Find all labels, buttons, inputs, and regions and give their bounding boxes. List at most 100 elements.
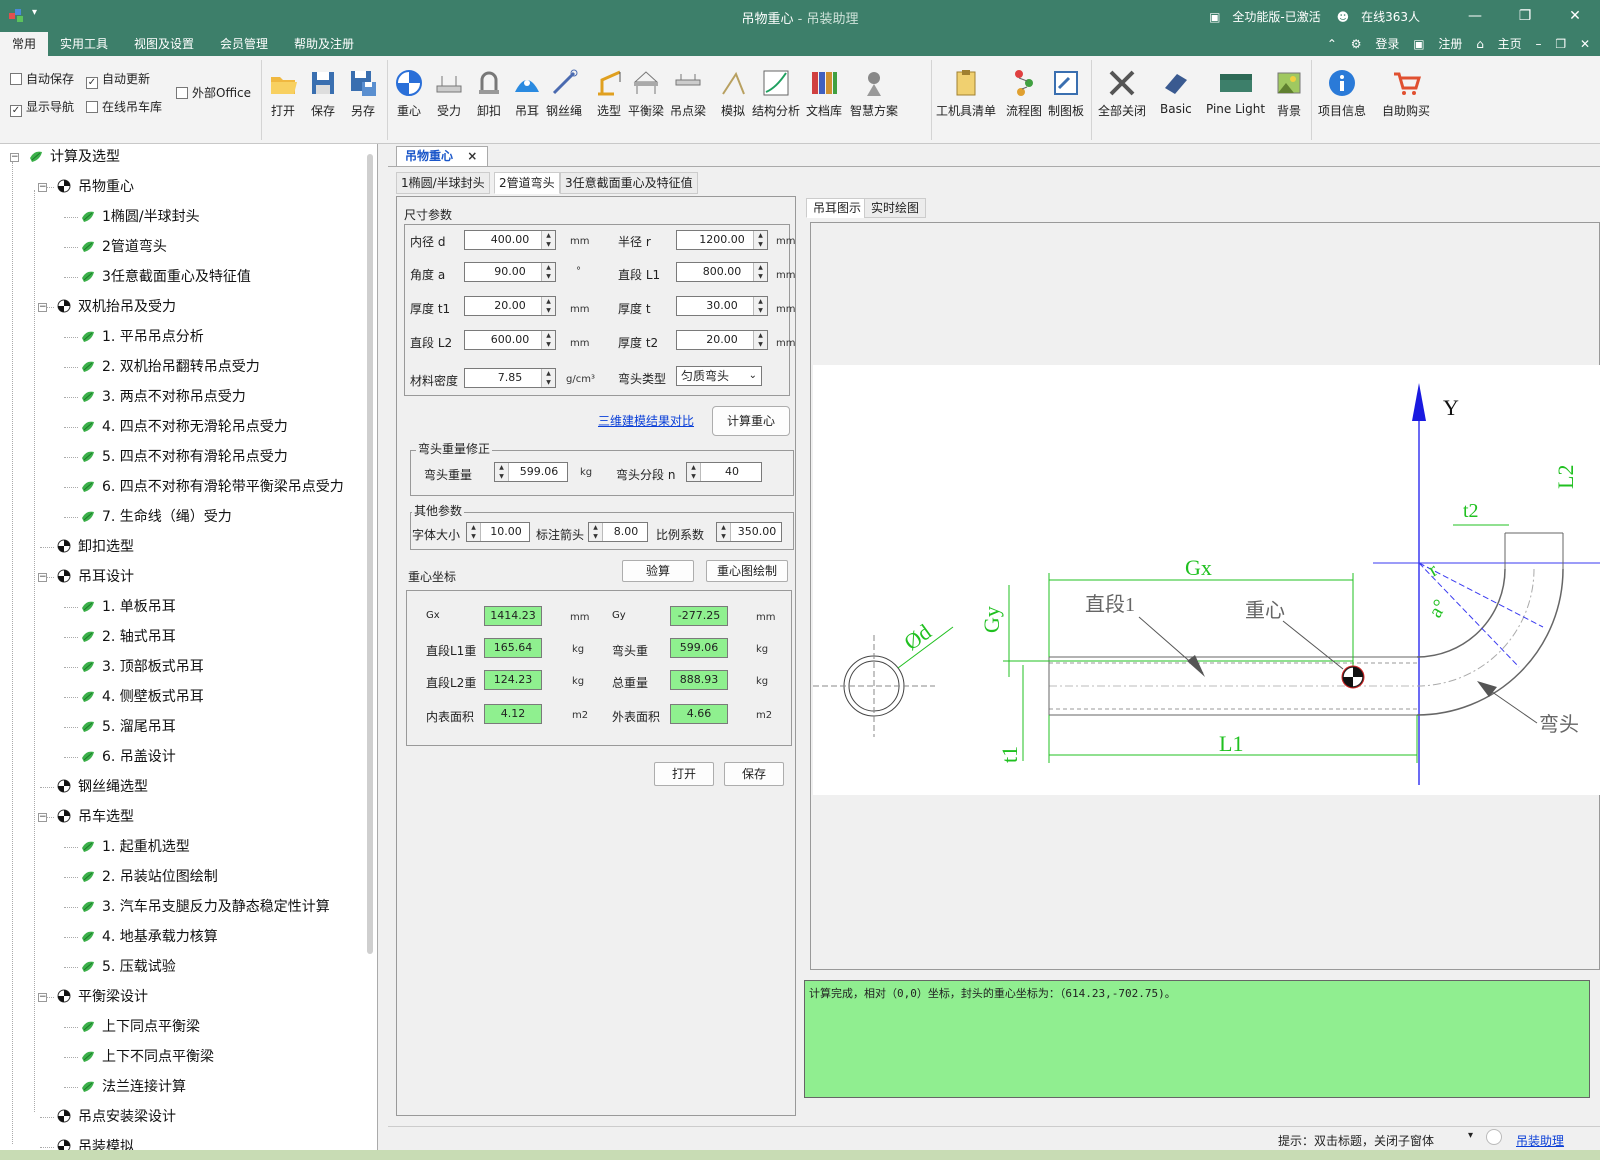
tree-item[interactable]: 6. 四点不对称有滑轮带平衡梁吊点受力	[80, 476, 344, 498]
spreader-beam-tool-button[interactable]: 平衡梁	[628, 68, 664, 119]
tree-expander-icon[interactable]: −	[10, 153, 19, 162]
tree-item[interactable]: 5. 四点不对称有滑轮吊点受力	[80, 446, 288, 468]
font-size-input[interactable]: 10.00 ▲ ▼	[466, 522, 530, 542]
tree-item[interactable]: 4. 四点不对称无滑轮吊点受力	[80, 416, 288, 438]
online-crane-checkbox[interactable]: 在线吊车库	[86, 98, 162, 115]
tree-item[interactable]: 2. 吊装站位图绘制	[80, 866, 218, 888]
register-link[interactable]: 注册	[1438, 37, 1462, 51]
tree-item[interactable]: 1. 单板吊耳	[80, 596, 176, 618]
settings-icon[interactable]: ⚙	[1351, 37, 1362, 51]
subtab-head[interactable]: 1椭圆/半球封头	[396, 172, 490, 194]
nav-scrollbar[interactable]	[367, 154, 373, 954]
tree-item[interactable]: 4. 地基承载力核算	[80, 926, 218, 948]
tree-expander-icon[interactable]: −	[38, 303, 47, 312]
menu-tab-common[interactable]: 常用	[0, 32, 49, 56]
tree-item[interactable]: 钢丝绳选型	[56, 776, 148, 798]
tree-expander-icon[interactable]: −	[38, 813, 47, 822]
tree-item[interactable]: 法兰连接计算	[80, 1076, 186, 1098]
verify-button[interactable]: 验算	[622, 560, 694, 582]
tree-item[interactable]: 吊装模拟	[56, 1136, 134, 1150]
save-button[interactable]: 保存	[308, 68, 338, 119]
tree-item[interactable]: 平衡梁设计	[56, 986, 148, 1008]
force-tool-button[interactable]: 受力	[434, 68, 464, 119]
tree-expander-icon[interactable]: −	[38, 183, 47, 192]
doc-tab-cog[interactable]: 吊物重心 ×	[396, 146, 488, 166]
draw-cog-button[interactable]: 重心图绘制	[706, 560, 788, 582]
menu-tab-member[interactable]: 会员管理	[208, 32, 280, 56]
tree-item[interactable]: 3. 汽车吊支腿反力及静态稳定性计算	[80, 896, 330, 918]
tree-item[interactable]: 7. 生命线（绳）受力	[80, 506, 232, 528]
tree-item[interactable]: 吊点安装梁设计	[56, 1106, 176, 1128]
tree-item[interactable]: 3. 两点不对称吊点受力	[80, 386, 246, 408]
spinner-arrows-icon[interactable]: ▲ ▼	[467, 523, 481, 541]
restore-button[interactable]: ❐	[1500, 0, 1550, 32]
close-tab-icon[interactable]: ×	[467, 149, 477, 163]
spinner-arrows-icon[interactable]: ▲ ▼	[589, 523, 603, 541]
shackle-tool-button[interactable]: 卸扣	[474, 68, 504, 119]
thick-t1-input[interactable]: 20.00 ▲ ▼	[464, 296, 556, 316]
tree-item[interactable]: 5. 溜尾吊耳	[80, 716, 176, 738]
tree-item[interactable]: 1椭圆/半球封头	[80, 206, 200, 228]
tree-item[interactable]: 2管道弯头	[80, 236, 167, 258]
form-open-button[interactable]: 打开	[654, 762, 714, 786]
tree-item[interactable]: 计算及选型	[28, 146, 120, 168]
menu-tab-help[interactable]: 帮助及注册	[282, 32, 366, 56]
tool-list-button[interactable]: 工机具清单	[936, 68, 996, 119]
tree-expander-icon[interactable]: −	[38, 573, 47, 582]
theme-basic-button[interactable]: Basic	[1160, 68, 1192, 116]
close-window-button[interactable]: ✕	[1550, 0, 1600, 32]
minimize-button[interactable]: —	[1450, 0, 1500, 32]
menu-tab-tools[interactable]: 实用工具	[48, 32, 120, 56]
tree-expander-icon[interactable]: −	[38, 993, 47, 1002]
spinner-arrows-icon[interactable]: ▲ ▼	[753, 297, 767, 315]
straight-l1-input[interactable]: 800.00 ▲ ▼	[676, 262, 768, 282]
spinner-arrows-icon[interactable]: ▲ ▼	[753, 263, 767, 281]
form-save-button[interactable]: 保存	[724, 762, 784, 786]
tree-item[interactable]: 1. 平吊吊点分析	[80, 326, 204, 348]
close-all-button[interactable]: 全部关闭	[1098, 68, 1146, 119]
auto-save-checkbox[interactable]: 自动保存	[10, 70, 74, 87]
spinner-arrows-icon[interactable]: ▲ ▼	[753, 231, 767, 249]
save-as-button[interactable]: 另存	[348, 68, 378, 119]
drawing-board-button[interactable]: 制图板	[1048, 68, 1084, 119]
elbow-segments-input[interactable]: 40 ▲ ▼	[686, 462, 762, 482]
home-link[interactable]: 主页	[1498, 37, 1522, 51]
spinner-arrows-icon[interactable]: ▲ ▼	[541, 331, 555, 349]
tree-item[interactable]: 卸扣选型	[56, 536, 134, 558]
spinner-arrows-icon[interactable]: ▲ ▼	[541, 231, 555, 249]
preview-tab-realtime[interactable]: 实时绘图	[864, 198, 927, 218]
calc-cog-button[interactable]: 计算重心	[712, 406, 790, 436]
tree-item[interactable]: 上下不同点平衡梁	[80, 1046, 214, 1068]
radius-r-input[interactable]: 1200.00 ▲ ▼	[676, 230, 768, 250]
mdi-restore-icon[interactable]: ❐	[1555, 37, 1566, 51]
tree-item[interactable]: 4. 侧壁板式吊耳	[80, 686, 204, 708]
spinner-arrows-icon[interactable]: ▲ ▼	[753, 331, 767, 349]
collapse-ribbon-icon[interactable]: ⌃	[1327, 37, 1337, 51]
status-toggle-icon[interactable]	[1486, 1129, 1502, 1145]
simulation-tool-button[interactable]: 模拟	[718, 68, 748, 119]
tree-item[interactable]: 2. 双机抬吊翻转吊点受力	[80, 356, 260, 378]
tree-item[interactable]: 吊物重心	[56, 176, 134, 198]
open-button[interactable]: 打开	[268, 68, 298, 119]
preview-tab-diagram[interactable]: 吊耳图示	[806, 198, 869, 218]
menu-tab-view[interactable]: 视图及设置	[122, 32, 206, 56]
tree-item[interactable]: 3. 顶部板式吊耳	[80, 656, 204, 678]
tree-item[interactable]: 2. 轴式吊耳	[80, 626, 176, 648]
inner-d-input[interactable]: 400.00 ▲ ▼	[464, 230, 556, 250]
theme-pine-button[interactable]: Pine Light	[1206, 68, 1265, 116]
external-office-checkbox[interactable]: 外部Office	[176, 84, 251, 101]
spinner-arrows-icon[interactable]: ▲ ▼	[541, 263, 555, 281]
tree-item[interactable]: 双机抬吊及受力	[56, 296, 176, 318]
scale-input[interactable]: 350.00 ▲ ▼	[716, 522, 782, 542]
mdi-close-icon[interactable]: ✕	[1580, 37, 1590, 51]
angle-a-input[interactable]: 90.00 ▲ ▼	[464, 262, 556, 282]
tree-item[interactable]: 上下同点平衡梁	[80, 1016, 200, 1038]
compare-3d-link[interactable]: 三维建模结果对比	[598, 412, 694, 429]
spinner-arrows-icon[interactable]: ▲ ▼	[541, 297, 555, 315]
subtab-elbow[interactable]: 2管道弯头	[494, 172, 560, 194]
structure-tool-button[interactable]: 结构分析	[752, 68, 800, 119]
thick-t-input[interactable]: 30.00 ▲ ▼	[676, 296, 768, 316]
show-nav-checkbox[interactable]: ✓ 显示导航	[10, 98, 74, 117]
lift-beam-tool-button[interactable]: 吊点梁	[670, 68, 706, 119]
elbow-type-select[interactable]: 匀质弯头 ⌄	[676, 366, 762, 386]
